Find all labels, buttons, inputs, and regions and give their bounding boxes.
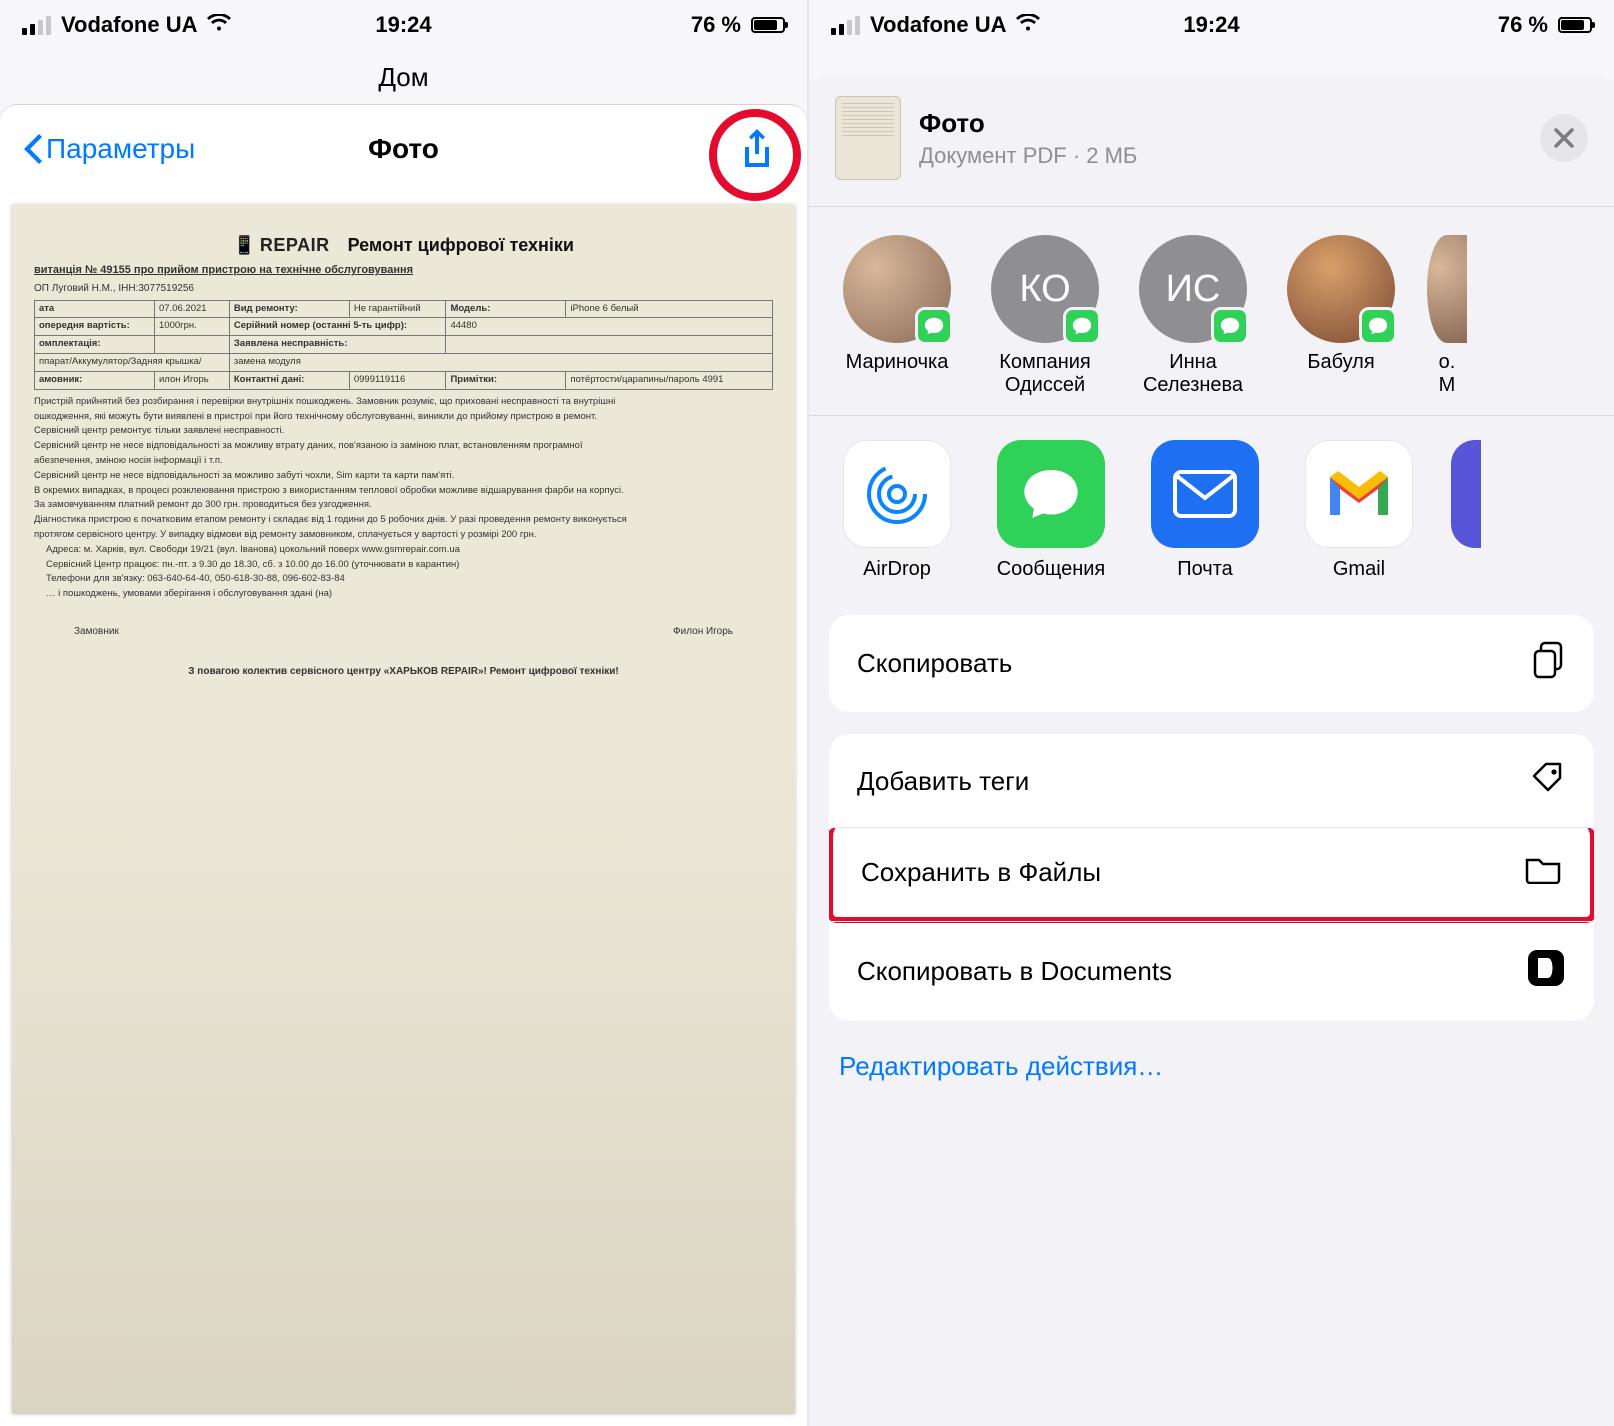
copy-icon	[1532, 641, 1566, 686]
contact-name2: М	[1427, 374, 1467, 397]
background-nav-title: Дом	[0, 50, 807, 110]
app-icon	[1451, 440, 1481, 548]
messages-badge-icon	[915, 307, 953, 345]
contact-name: Мариночка	[835, 351, 959, 374]
battery-icon	[1558, 17, 1592, 33]
battery-percent: 76 %	[1498, 12, 1548, 38]
doc-blank-area	[12, 749, 795, 1414]
avatar: КО	[991, 235, 1099, 343]
contact-item[interactable]: Мариночка	[835, 235, 959, 397]
app-label: Gmail	[1297, 558, 1421, 581]
contact-item[interactable]: Бабуля	[1279, 235, 1403, 397]
action-label: Сохранить в Файлы	[861, 857, 1101, 888]
app-gmail[interactable]: Gmail	[1297, 440, 1421, 581]
file-title: Фото	[919, 108, 1137, 139]
documents-app-icon	[1526, 948, 1566, 995]
airdrop-icon	[843, 440, 951, 548]
action-label: Добавить теги	[857, 766, 1029, 797]
status-bar: Vodafone UA 19:24 76 %	[809, 0, 1614, 50]
action-group-main: Добавить теги Сохранить в Файлы Скопиров…	[829, 734, 1594, 1021]
app-label: AirDrop	[835, 558, 959, 581]
contact-name2: Селезнева	[1131, 374, 1255, 397]
signal-icon	[831, 16, 860, 35]
wifi-icon	[1016, 12, 1040, 38]
doc-signatures: ЗамовникФилон Игорь	[34, 625, 773, 639]
avatar: ИС	[1139, 235, 1247, 343]
share-header: Фото Документ PDF · 2 МБ	[809, 76, 1614, 206]
close-button[interactable]	[1540, 114, 1588, 162]
app-label: Почта	[1143, 558, 1267, 581]
messages-icon	[997, 440, 1105, 548]
avatar	[1427, 235, 1467, 343]
folder-icon	[1524, 854, 1562, 891]
document-page: REPAIR Ремонт цифрової техніки витанція …	[12, 205, 795, 1414]
file-subtitle: Документ PDF · 2 МБ	[919, 143, 1137, 169]
file-thumbnail	[835, 96, 901, 180]
contact-item[interactable]: КО Компания Одиссей	[983, 235, 1107, 397]
battery-icon	[751, 17, 785, 33]
contact-item[interactable]: о. М	[1427, 235, 1467, 397]
share-button[interactable]	[731, 123, 783, 175]
app-messages[interactable]: Сообщения	[989, 440, 1113, 581]
back-label: Параметры	[46, 133, 195, 165]
app-mail[interactable]: Почта	[1143, 440, 1267, 581]
app-airdrop[interactable]: AirDrop	[835, 440, 959, 581]
back-button[interactable]: Параметры	[24, 133, 195, 165]
share-sheet: Фото Документ PDF · 2 МБ Мариночка КО Ко…	[809, 76, 1614, 1426]
signal-icon	[22, 16, 51, 35]
carrier-name: Vodafone UA	[870, 12, 1006, 38]
avatar	[1287, 235, 1395, 343]
gmail-icon	[1305, 440, 1413, 548]
carrier-name: Vodafone UA	[61, 12, 197, 38]
document-preview[interactable]: REPAIR Ремонт цифрової техніки витанція …	[0, 193, 807, 1426]
action-save-to-files[interactable]: Сохранить в Файлы	[829, 827, 1594, 923]
preview-sheet: Параметры Фото REPAIR Ремонт цифрової те…	[0, 104, 807, 1426]
contact-name: Инна	[1131, 351, 1255, 374]
contacts-row[interactable]: Мариночка КО Компания Одиссей ИС Инна Се…	[809, 207, 1614, 415]
messages-badge-icon	[1359, 307, 1397, 345]
status-bar: Vodafone UA 19:24 76 %	[0, 0, 807, 50]
avatar	[843, 235, 951, 343]
mail-icon	[1151, 440, 1259, 548]
action-copy-to-documents[interactable]: Скопировать в Documents	[829, 921, 1594, 1021]
apps-row[interactable]: AirDrop Сообщения Почта Gmail	[809, 416, 1614, 615]
contact-name: Компания	[983, 351, 1107, 374]
wifi-icon	[207, 12, 231, 38]
app-extra[interactable]	[1451, 440, 1481, 581]
messages-badge-icon	[1211, 307, 1249, 345]
doc-logo: REPAIR	[233, 233, 330, 257]
action-label: Скопировать в Documents	[857, 956, 1172, 987]
doc-fop: ОП Луговий Н.М., ІНН:3077519256	[34, 282, 773, 296]
messages-badge-icon	[1063, 307, 1101, 345]
app-label: Сообщения	[989, 558, 1113, 581]
right-screenshot: Vodafone UA 19:24 76 % Фото Документ PDF…	[807, 0, 1614, 1426]
doc-body: Пристрій прийнятий без розбирання і пере…	[34, 396, 773, 601]
doc-table: ата07.06.2021 Вид ремонту:Не гарантійний…	[34, 300, 773, 390]
action-label: Скопировать	[857, 648, 1012, 679]
contact-name2: Одиссей	[983, 374, 1107, 397]
contact-item[interactable]: ИС Инна Селезнева	[1131, 235, 1255, 397]
action-copy[interactable]: Скопировать	[829, 615, 1594, 712]
battery-percent: 76 %	[691, 12, 741, 38]
action-add-tags[interactable]: Добавить теги	[829, 734, 1594, 829]
contact-name: Бабуля	[1279, 351, 1403, 374]
action-group-copy: Скопировать	[829, 615, 1594, 712]
doc-receipt-line: витанція № 49155 про прийом пристрою на …	[34, 263, 773, 278]
doc-title: Ремонт цифрової техніки	[348, 233, 574, 257]
left-screenshot: Vodafone UA 19:24 76 % Дом Параметры Фот…	[0, 0, 807, 1426]
preview-header: Параметры Фото	[0, 105, 807, 193]
edit-actions-link[interactable]: Редактировать действия…	[809, 1043, 1614, 1112]
doc-footer: З повагою колектив сервісного центру «ХА…	[34, 665, 773, 679]
tag-icon	[1530, 760, 1566, 803]
contact-name: о.	[1427, 351, 1467, 374]
